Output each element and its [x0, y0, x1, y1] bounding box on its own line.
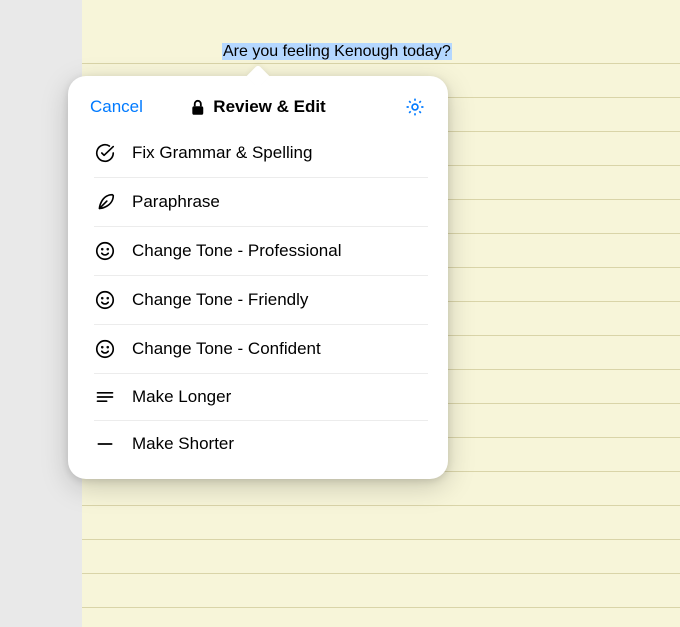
menu-item-label: Change Tone - Professional	[132, 241, 342, 261]
feather-icon	[94, 191, 116, 213]
cancel-button[interactable]: Cancel	[90, 97, 143, 117]
selected-text-span: Are you feeling Kenough today?	[222, 43, 452, 60]
menu-item-tone-friendly[interactable]: Change Tone - Friendly	[94, 275, 428, 324]
smile-icon	[94, 338, 116, 360]
menu-item-paraphrase[interactable]: Paraphrase	[94, 177, 428, 226]
menu-item-make-shorter[interactable]: Make Shorter	[94, 420, 428, 467]
settings-button[interactable]	[402, 94, 428, 120]
popover-title: Review & Edit	[213, 97, 325, 117]
minus-icon	[94, 434, 116, 454]
menu-item-label: Make Longer	[132, 387, 231, 407]
smile-icon	[94, 240, 116, 262]
editor-selected-text[interactable]: Are you feeling Kenough today?	[222, 42, 452, 61]
review-edit-popover: Cancel Review & Edit	[68, 76, 448, 479]
review-edit-menu: Fix Grammar & Spelling Paraphrase Ch	[94, 136, 428, 479]
menu-item-fix-grammar[interactable]: Fix Grammar & Spelling	[94, 136, 428, 177]
menu-item-make-longer[interactable]: Make Longer	[94, 373, 428, 420]
lines-icon	[94, 387, 116, 407]
popover-header: Cancel Review & Edit	[68, 76, 448, 136]
menu-item-label: Fix Grammar & Spelling	[132, 143, 312, 163]
lock-icon	[190, 99, 205, 116]
popover-title-group: Review & Edit	[190, 97, 325, 117]
menu-item-label: Paraphrase	[132, 192, 220, 212]
menu-item-label: Make Shorter	[132, 434, 234, 454]
menu-item-tone-professional[interactable]: Change Tone - Professional	[94, 226, 428, 275]
menu-item-label: Change Tone - Confident	[132, 339, 321, 359]
gear-icon	[404, 96, 426, 118]
smile-icon	[94, 289, 116, 311]
menu-item-tone-confident[interactable]: Change Tone - Confident	[94, 324, 428, 373]
check-circle-icon	[94, 142, 116, 164]
menu-item-label: Change Tone - Friendly	[132, 290, 308, 310]
